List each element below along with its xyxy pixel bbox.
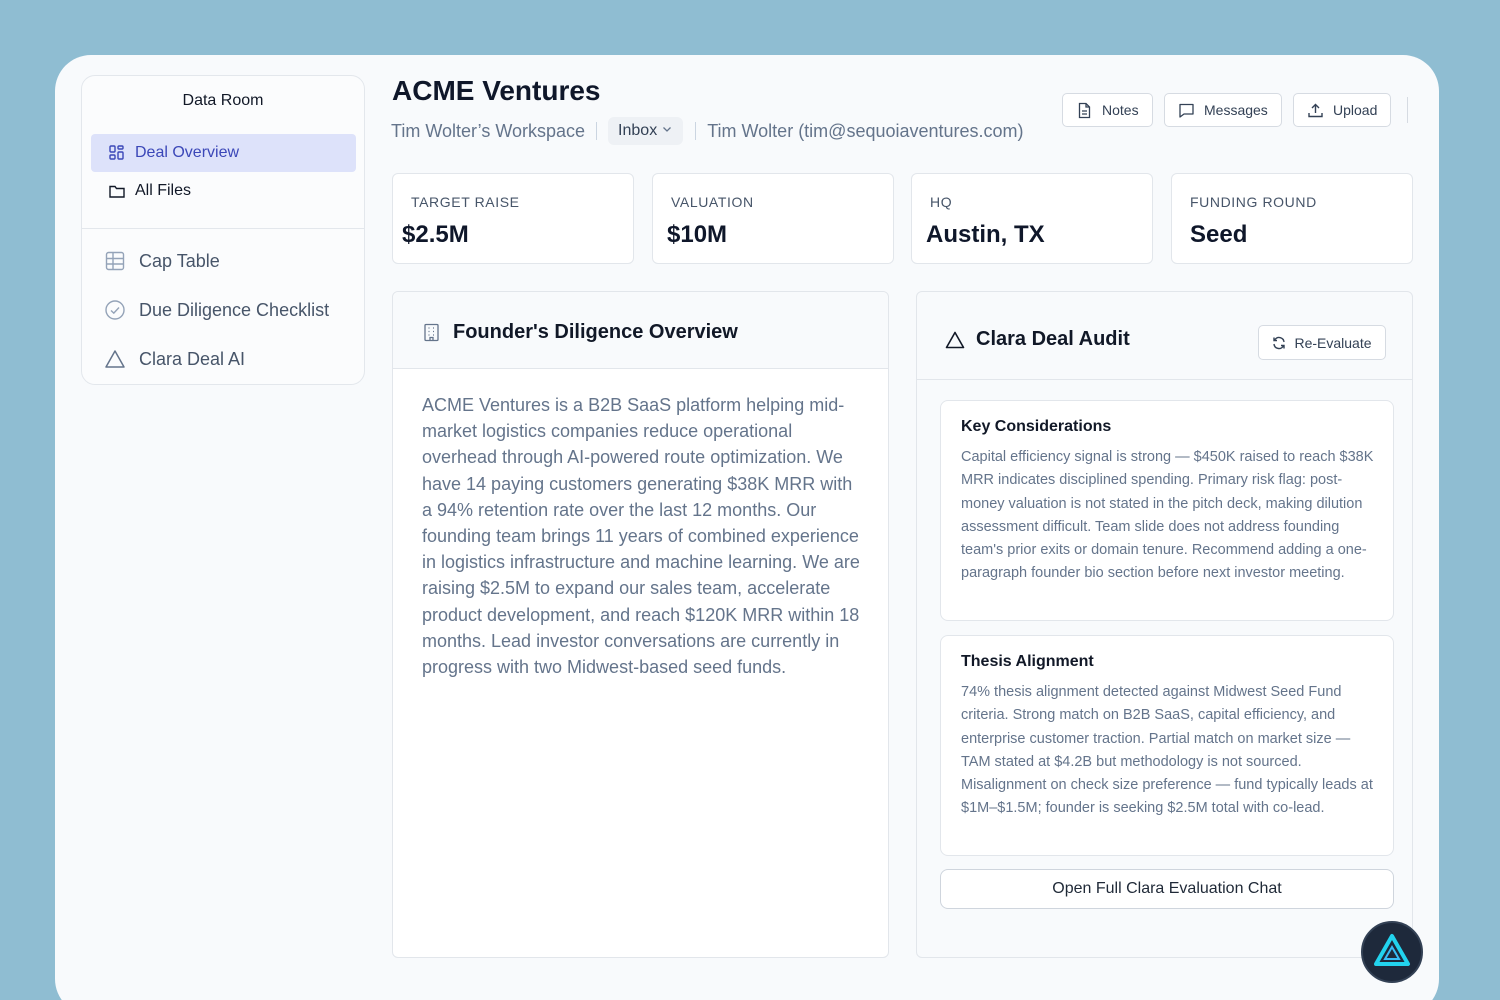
upload-icon — [1307, 102, 1324, 119]
stat-label: TARGET RAISE — [411, 194, 520, 210]
sidebar-item-due-diligence[interactable]: Due Diligence Checklist — [104, 295, 329, 325]
triangle-icon — [945, 330, 965, 350]
sidebar-item-label: All Files — [135, 182, 192, 199]
notes-button[interactable]: Notes — [1062, 93, 1153, 127]
grid-icon — [108, 144, 126, 162]
sidebar-item-clara-deal-ai[interactable]: Clara Deal AI — [104, 344, 245, 374]
sidebar-item-label: Deal Overview — [135, 144, 240, 161]
messages-label: Messages — [1204, 102, 1268, 118]
stat-value: $2.5M — [402, 221, 469, 248]
building-icon — [422, 323, 441, 342]
stat-card-target-raise: TARGET RAISE $2.5M — [392, 173, 634, 264]
panel-title: Founder's Diligence Overview — [422, 321, 738, 344]
audit-title: Clara Deal Audit — [976, 328, 1130, 350]
divider — [1407, 97, 1408, 123]
inbox-label: Inbox — [618, 122, 658, 139]
page-title: ACME Ventures — [392, 75, 601, 106]
clara-logo-icon — [1373, 933, 1411, 972]
thesis-alignment-card: Thesis Alignment 74% thesis alignment de… — [940, 635, 1394, 856]
notes-label: Notes — [1102, 102, 1139, 118]
user-label: Tim Wolter (tim@sequoiaventures.com) — [707, 120, 1024, 141]
card-title: Thesis Alignment — [961, 653, 1094, 670]
founder-overview-panel: Founder's Diligence Overview ACME Ventur… — [392, 291, 889, 958]
sidebar-item-label: Cap Table — [139, 250, 220, 271]
upload-button[interactable]: Upload — [1293, 93, 1392, 127]
sidebar-item-label: Clara Deal AI — [139, 348, 246, 369]
panel-header: Clara Deal Audit Re-Evaluate — [917, 292, 1412, 380]
stat-label: VALUATION — [671, 194, 754, 210]
founder-title: Founder's Diligence Overview — [453, 321, 738, 343]
card-body: Capital efficiency signal is strong — $4… — [961, 449, 1374, 582]
card-body: 74% thesis alignment detected against Mi… — [961, 684, 1373, 817]
stat-value: $10M — [667, 221, 728, 248]
sidebar-item-deal-overview[interactable]: Deal Overview — [91, 134, 356, 172]
triangle-icon — [104, 348, 126, 370]
clara-assistant-button[interactable] — [1361, 921, 1423, 983]
message-icon — [1178, 102, 1195, 119]
panel-title: Clara Deal Audit — [945, 328, 1130, 351]
messages-button[interactable]: Messages — [1164, 93, 1282, 127]
panel-header: Founder's Diligence Overview — [393, 292, 888, 369]
stat-card-valuation: VALUATION $10M — [652, 173, 894, 264]
chevron-down-icon — [661, 122, 673, 140]
card-title: Key Considerations — [961, 418, 1112, 435]
stat-label: FUNDING ROUND — [1190, 194, 1317, 210]
sidebar-title: Data Room — [182, 92, 264, 109]
sidebar-item-label: Due Diligence Checklist — [139, 299, 330, 320]
breadcrumb: Tim Wolter’s Workspace Inbox Tim Wolter … — [391, 115, 1024, 147]
stat-card-funding-round: FUNDING ROUND Seed — [1171, 173, 1413, 264]
re-evaluate-button[interactable]: Re-Evaluate — [1258, 325, 1386, 360]
workspace-label[interactable]: Tim Wolter’s Workspace — [391, 121, 585, 142]
divider — [695, 122, 697, 140]
inbox-dropdown[interactable]: Inbox — [608, 117, 684, 145]
refresh-icon — [1272, 336, 1286, 350]
upload-label: Upload — [1333, 102, 1378, 118]
stat-card-hq: HQ Austin, TX — [911, 173, 1153, 264]
folder-icon — [108, 182, 126, 200]
app-window: Data Room Deal Overview All Files Cap Ta… — [55, 55, 1439, 1000]
key-considerations-card: Key Considerations Capital efficiency si… — [940, 400, 1394, 621]
stat-value: Seed — [1190, 221, 1248, 248]
founder-description: ACME Ventures is a B2B SaaS platform hel… — [422, 395, 860, 678]
re-evaluate-label: Re-Evaluate — [1294, 334, 1372, 351]
sidebar-item-all-files[interactable]: All Files — [91, 172, 356, 210]
stat-label: HQ — [930, 194, 953, 210]
sidebar-divider — [82, 228, 364, 229]
open-evaluation-chat-button[interactable]: Open Full Clara Evaluation Chat — [940, 869, 1394, 909]
divider — [596, 122, 598, 140]
table-icon — [104, 250, 126, 272]
sidebar-item-cap-table[interactable]: Cap Table — [104, 246, 220, 276]
document-icon — [1076, 102, 1093, 119]
check-circle-icon — [104, 299, 126, 321]
sidebar: Data Room Deal Overview All Files Cap Ta… — [81, 75, 365, 385]
clara-deal-audit-panel: Clara Deal Audit Re-Evaluate Key Conside… — [916, 291, 1413, 958]
stat-value: Austin, TX — [926, 221, 1045, 248]
